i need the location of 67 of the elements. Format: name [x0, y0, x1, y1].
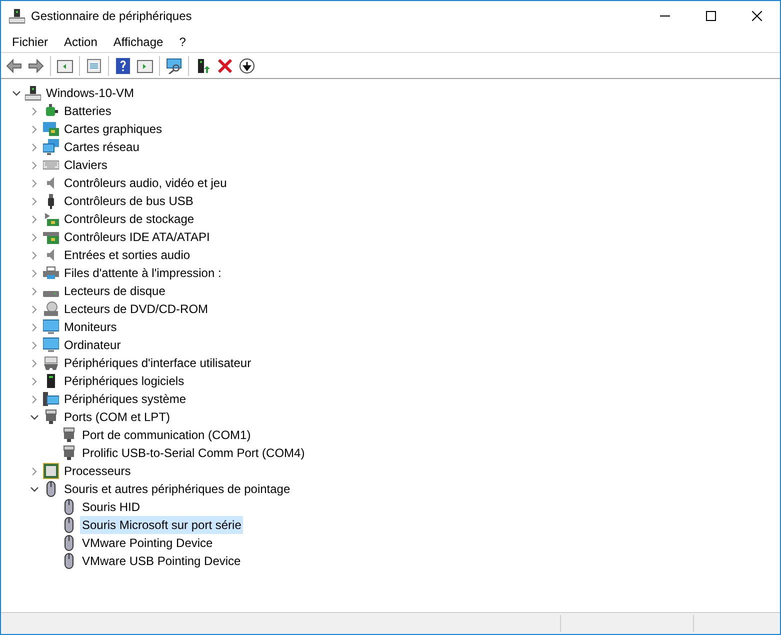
tree-item[interactable]: Ports (COM et LPT): [62, 408, 172, 426]
tree-item[interactable]: Batteries: [62, 102, 114, 120]
window-title: Gestionnaire de périphériques: [31, 8, 192, 25]
tree-item[interactable]: Souris HID: [80, 498, 142, 516]
tree-item[interactable]: Files d'attente à l'impression :: [62, 264, 224, 282]
battery-icon: [43, 103, 59, 119]
port-connector-icon: [61, 427, 77, 443]
collapse-chevron-icon[interactable]: [30, 484, 38, 494]
menu-item[interactable]: Affichage: [105, 32, 172, 52]
network-icon: [43, 139, 59, 155]
tree-item[interactable]: Périphériques logiciels: [62, 372, 186, 390]
processor-icon: [43, 463, 59, 479]
tree-item[interactable]: Windows-10-VM: [44, 84, 136, 102]
tree-item[interactable]: Port de communication (COM1): [80, 426, 253, 444]
pane-left-icon: [57, 58, 73, 74]
minimize-icon: [660, 15, 670, 17]
port-connector-icon: [43, 409, 59, 425]
expand-chevron-icon[interactable]: [30, 466, 38, 476]
tree-item[interactable]: Lecteurs de disque: [62, 282, 168, 300]
menu-item[interactable]: Fichier: [4, 32, 56, 52]
monitor-icon: [43, 319, 59, 335]
pane-right-icon: [137, 58, 153, 74]
tree-item[interactable]: Cartes réseau: [62, 138, 142, 156]
tree-item[interactable]: Contrôleurs audio, vidéo et jeu: [62, 174, 229, 192]
collapse-chevron-icon[interactable]: [30, 412, 38, 422]
tower-arrow-icon: [195, 58, 211, 74]
back-arrow-icon: [6, 58, 22, 74]
tree-item[interactable]: Ordinateur: [62, 336, 123, 354]
storage-icon: [43, 211, 59, 227]
gamepad-keyboard-icon: [43, 355, 59, 371]
tree-item[interactable]: Entrées et sorties audio: [62, 246, 192, 264]
tree-item[interactable]: Périphériques d'interface utilisateur: [62, 354, 254, 372]
monitor-magnifier-icon: [166, 58, 182, 74]
collapse-chevron-icon[interactable]: [12, 88, 20, 98]
maximize-icon: [706, 11, 716, 21]
display-card-icon: [43, 121, 59, 137]
menu-item[interactable]: Action: [56, 32, 106, 52]
tree-item[interactable]: Souris et autres périphériques de pointage: [62, 480, 292, 498]
tree-item[interactable]: Contrôleurs de bus USB: [62, 192, 196, 210]
tree-item[interactable]: VMware USB Pointing Device: [80, 552, 243, 570]
tree-item[interactable]: Moniteurs: [62, 318, 119, 336]
app-icon: [9, 8, 25, 24]
forward-arrow-icon: [28, 58, 44, 74]
tree-item[interactable]: Contrôleurs de stockage: [62, 210, 196, 228]
tree-item[interactable]: VMware Pointing Device: [80, 534, 215, 552]
controller-card-icon: [43, 229, 59, 245]
port-connector-icon: [61, 445, 77, 461]
close-icon: [752, 11, 762, 21]
menu-item[interactable]: ?: [171, 32, 194, 52]
cross-icon: [217, 58, 233, 74]
tree-item[interactable]: Claviers: [62, 156, 110, 174]
down-arrow-circle-icon: [239, 58, 255, 74]
monitor-icon: [43, 337, 59, 353]
tree-item[interactable]: Périphériques système: [62, 390, 188, 408]
tree-item[interactable]: Contrôleurs IDE ATA/ATAPI: [62, 228, 212, 246]
tree-item[interactable]: Processeurs: [62, 462, 133, 480]
tree-item[interactable]: Prolific USB-to-Serial Comm Port (COM4): [80, 444, 307, 462]
system-icon: [43, 391, 59, 407]
dvd-drive-icon: [43, 301, 59, 317]
disk-drive-icon: [43, 291, 59, 297]
help-icon: [115, 58, 131, 74]
computer-icon: [25, 85, 41, 101]
properties-icon: [86, 58, 102, 74]
tree-item[interactable]: Lecteurs de DVD/CD-ROM: [62, 300, 210, 318]
printer-icon: [43, 265, 59, 281]
tree-item[interactable]: Cartes graphiques: [62, 120, 164, 138]
tree-item[interactable]: Souris Microsoft sur port série: [80, 516, 244, 534]
